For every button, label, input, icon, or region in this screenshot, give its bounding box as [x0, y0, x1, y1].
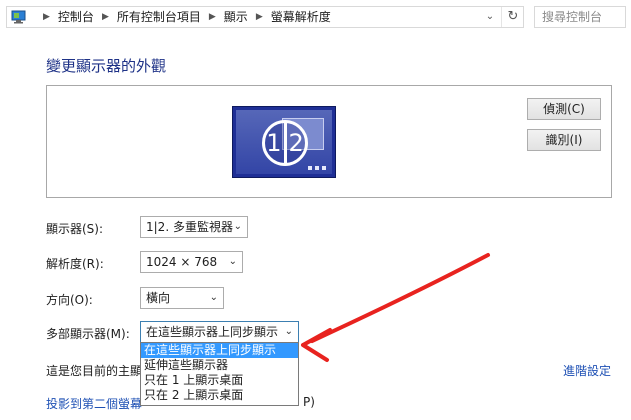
monitor-screen: 1 2: [236, 110, 332, 174]
breadcrumb-separator-icon[interactable]: ▶: [256, 7, 263, 27]
option-extend[interactable]: 延伸這些顯示器: [141, 358, 298, 373]
breadcrumb-item-resolution[interactable]: 螢幕解析度: [271, 7, 331, 27]
breadcrumb-item-display[interactable]: 顯示: [224, 7, 248, 27]
display-select[interactable]: 1|2. 多重監視器 ⌄: [140, 216, 248, 238]
orientation-label: 方向(O):: [46, 293, 93, 307]
address-history-chevron-icon[interactable]: ⌄: [483, 7, 497, 27]
refresh-icon[interactable]: ↻: [501, 7, 524, 27]
identify-button[interactable]: 識別(I): [527, 129, 601, 151]
option-only-2[interactable]: 只在 2 上顯示桌面: [141, 388, 298, 403]
project-second-screen-link[interactable]: 投影到第二個螢幕: [46, 395, 142, 412]
resolution-label: 解析度(R):: [46, 257, 104, 271]
display-select-value: 1|2. 多重監視器: [146, 220, 233, 234]
breadcrumb-separator-icon: ▶: [43, 12, 50, 22]
multi-display-label: 多部顯示器(M):: [46, 327, 130, 341]
breadcrumb-separator-icon[interactable]: ▶: [209, 7, 216, 27]
search-input[interactable]: 搜尋控制台: [534, 6, 626, 28]
advanced-settings-link[interactable]: 進階設定: [563, 362, 611, 379]
breadcrumb-item-control-panel[interactable]: 控制台: [58, 7, 94, 27]
orientation-select[interactable]: 橫向 ⌄: [140, 287, 224, 309]
multi-display-select-value: 在這些顯示器上同步顯示: [146, 325, 279, 339]
main-display-text: 這是您目前的主顯: [46, 364, 143, 378]
taskbar-dots-icon: [308, 166, 330, 170]
chevron-down-icon: ⌄: [228, 256, 237, 267]
resolution-select-value: 1024 × 768: [146, 255, 218, 269]
detect-button[interactable]: 偵測(C): [527, 98, 601, 120]
orientation-select-value: 橫向: [146, 291, 171, 305]
multi-display-select[interactable]: 在這些顯示器上同步顯示 ⌄: [140, 321, 299, 343]
control-panel-icon: [11, 10, 27, 24]
monitor-icon[interactable]: 1 2: [232, 106, 336, 178]
display-preview-panel: 1 2 偵測(C) 識別(I): [46, 85, 612, 198]
monitor-number-badge: 1 2: [262, 120, 308, 166]
monitor-number-2: 2: [288, 129, 304, 157]
chevron-down-icon: ⌄: [284, 326, 293, 337]
monitor-number-1: 1: [266, 129, 282, 157]
multi-display-options-list: 在這些顯示器上同步顯示 延伸這些顯示器 只在 1 上顯示桌面 只在 2 上顯示桌…: [140, 342, 299, 406]
breadcrumb-separator-icon[interactable]: ▶: [102, 7, 109, 27]
address-bar[interactable]: ▶ 控制台 ▶ 所有控制台項目 ▶ 顯示 ▶ 螢幕解析度 ⌄ ↻: [6, 6, 524, 28]
resolution-select[interactable]: 1024 × 768 ⌄: [140, 251, 243, 273]
breadcrumb: ▶ 控制台 ▶ 所有控制台項目 ▶ 顯示 ▶ 螢幕解析度: [35, 7, 331, 27]
number-divider: [283, 122, 287, 164]
breadcrumb-item-all-items[interactable]: 所有控制台項目: [117, 7, 201, 27]
project-shortcut-suffix: P): [303, 395, 315, 409]
page-title: 變更顯示器的外觀: [46, 57, 167, 75]
chevron-down-icon: ⌄: [209, 292, 218, 303]
option-only-1[interactable]: 只在 1 上顯示桌面: [141, 373, 298, 388]
option-duplicate[interactable]: 在這些顯示器上同步顯示: [141, 343, 298, 358]
chevron-down-icon: ⌄: [233, 221, 242, 232]
display-label: 顯示器(S):: [46, 222, 104, 236]
